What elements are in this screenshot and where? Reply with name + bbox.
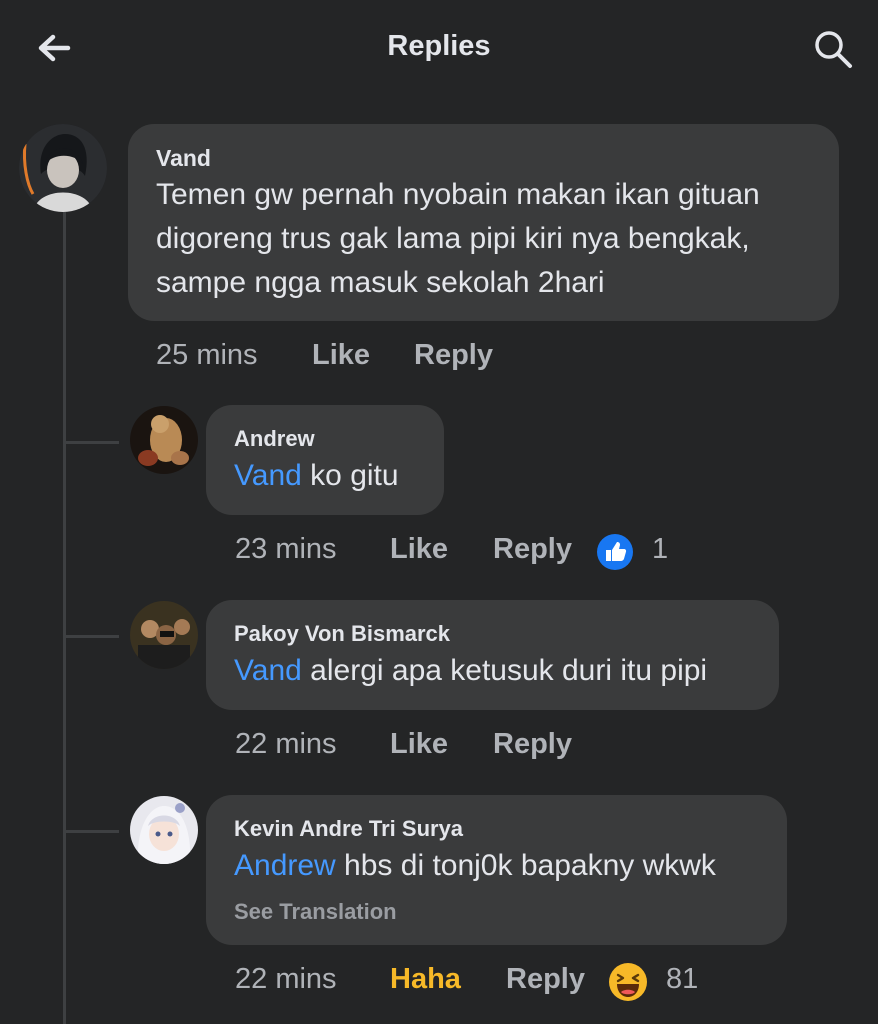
comment-text: Andrew hbs di tonj0k bapakny wkwk [234, 849, 716, 883]
comment-time: 22 mins [235, 728, 337, 760]
comment-text: Vand ko gitu [234, 459, 399, 493]
thread-branch [63, 635, 119, 638]
avatar[interactable] [130, 406, 198, 474]
comment-author[interactable]: Pakoy Von Bismarck [234, 621, 450, 647]
comment-author[interactable]: Vand [156, 145, 211, 172]
comment-bubble[interactable]: Andrew Vand ko gitu [206, 405, 444, 515]
header-bar: Replies [0, 0, 878, 100]
reply-button[interactable]: Reply [493, 533, 572, 566]
comment-text: Vand alergi apa ketusuk duri itu pipi [234, 654, 707, 688]
mention-link[interactable]: Andrew [234, 849, 336, 882]
comment-text-line: sampe ngga masuk sekolah 2hari [156, 266, 605, 299]
avatar[interactable] [19, 124, 107, 212]
page-title: Replies [387, 30, 491, 62]
reply-button[interactable]: Reply [414, 339, 493, 372]
thread-branch [63, 830, 119, 833]
mention-link[interactable]: Vand [234, 654, 302, 687]
mention-link[interactable]: Vand [234, 459, 302, 492]
see-translation-link[interactable]: See Translation [234, 899, 397, 925]
comment-time: 25 mins [156, 339, 258, 371]
avatar[interactable] [130, 796, 198, 864]
comment-body: hbs di tonj0k bapakny wkwk [335, 849, 716, 882]
comment-bubble[interactable]: Pakoy Von Bismarck Vand alergi apa ketus… [206, 600, 779, 710]
reaction-count: 81 [666, 963, 699, 995]
comment-bubble[interactable]: Vand Temen gw pernah nyobain makan ikan … [128, 124, 839, 321]
comment-time: 23 mins [235, 533, 337, 565]
like-button[interactable]: Like [390, 533, 448, 566]
haha-button[interactable]: Haha [390, 963, 461, 996]
reply-button[interactable]: Reply [506, 963, 585, 996]
reply-button[interactable]: Reply [493, 728, 572, 761]
avatar[interactable] [130, 601, 198, 669]
comment-time: 22 mins [235, 963, 337, 995]
thread-line [63, 212, 66, 1024]
comment-text-line: digoreng trus gak lama pipi kiri nya ben… [156, 222, 750, 255]
like-reaction-icon[interactable] [596, 533, 634, 571]
comment-author[interactable]: Kevin Andre Tri Surya [234, 816, 463, 842]
like-button[interactable]: Like [390, 728, 448, 761]
reaction-count: 1 [652, 533, 669, 565]
like-button[interactable]: Like [312, 339, 370, 372]
haha-reaction-icon[interactable] [608, 962, 648, 1002]
comment-author[interactable]: Andrew [234, 426, 315, 452]
comment-body: alergi apa ketusuk duri itu pipi [301, 654, 708, 687]
thread-branch [63, 441, 119, 444]
comment-text-line: Temen gw pernah nyobain makan ikan gitua… [156, 178, 760, 211]
comment-bubble[interactable]: Kevin Andre Tri Surya Andrew hbs di tonj… [206, 795, 787, 945]
comment-body: ko gitu [301, 459, 399, 492]
search-icon[interactable] [810, 26, 856, 72]
